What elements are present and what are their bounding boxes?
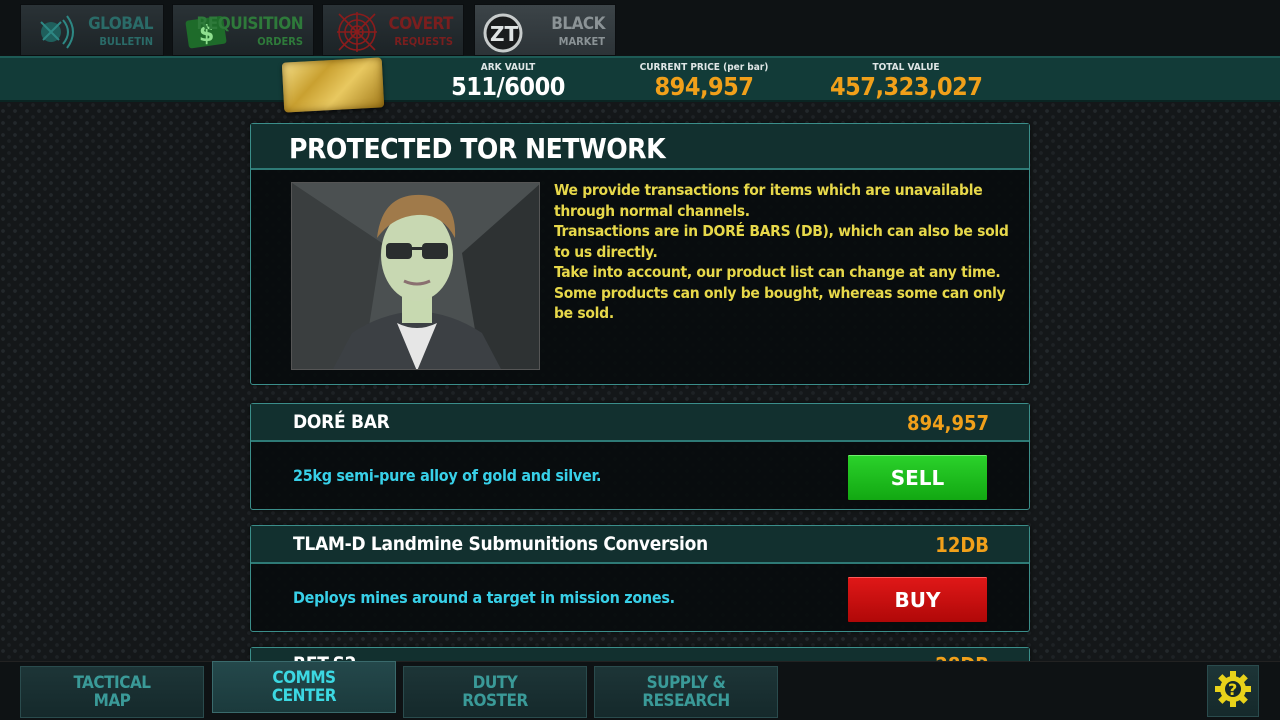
zt-logo-icon: ZT xyxy=(481,13,525,57)
tab-requisition-orders[interactable]: $ REQUISITION ORDERS xyxy=(172,4,314,56)
tab-title: GLOBAL xyxy=(88,14,153,34)
total-value-stat: TOTAL VALUE 457,323,027 xyxy=(830,62,983,101)
help-button[interactable]: ? xyxy=(1207,665,1259,717)
tab-subtitle: ORDERS xyxy=(257,35,303,48)
top-tab-bar: GLOBAL BULLETIN $ REQUISITION ORDERS COV… xyxy=(0,0,1280,56)
item-name: TLAM-D Landmine Submunitions Conversion xyxy=(293,533,708,555)
tab-title: BLACK xyxy=(551,14,605,34)
spider-web-icon xyxy=(335,10,379,54)
stat-value: 894,957 xyxy=(654,72,754,101)
item-price: 12DB xyxy=(935,533,989,557)
market-item: DORÉ BAR 894,957 25kg semi-pure alloy of… xyxy=(250,403,1030,510)
current-price-stat: CURRENT PRICE (per bar) 894,957 xyxy=(634,62,774,101)
tab-title: COVERT xyxy=(388,14,453,34)
ark-vault-stat: ARK VAULT 511/6000 xyxy=(448,62,568,101)
panel-header: PROTECTED TOR NETWORK xyxy=(251,124,1029,170)
item-description: 25kg semi-pure alloy of gold and silver. xyxy=(293,466,602,485)
gold-bar-icon xyxy=(281,57,385,113)
nav-tactical-map[interactable]: TACTICAL MAP xyxy=(20,666,204,718)
market-item: TLAM-D Landmine Submunitions Conversion … xyxy=(250,525,1030,632)
description-line: We provide transactions for items which … xyxy=(554,181,983,220)
stat-value: 511/6000 xyxy=(451,72,565,101)
stat-value: 457,323,027 xyxy=(830,72,983,101)
tab-covert-requests[interactable]: COVERT REQUESTS xyxy=(322,4,464,56)
dealer-portrait xyxy=(291,182,540,370)
tab-subtitle: MARKET xyxy=(558,35,605,48)
item-price: 894,957 xyxy=(907,411,989,435)
nav-supply-research[interactable]: SUPPLY & RESEARCH xyxy=(594,666,778,718)
panel-title: PROTECTED TOR NETWORK xyxy=(289,132,666,165)
bottom-nav-bar: TACTICAL MAP COMMS CENTER DUTY ROSTER SU… xyxy=(0,661,1280,720)
item-header: TLAM-D Landmine Submunitions Conversion … xyxy=(251,526,1029,564)
tab-title: REQUISITION xyxy=(196,14,304,34)
item-name: DORÉ BAR xyxy=(293,411,390,433)
tab-black-market[interactable]: ZT BLACK MARKET xyxy=(474,4,616,56)
tor-network-panel: PROTECTED TOR NETWORK We provide transac… xyxy=(250,123,1030,385)
item-description: Deploys mines around a target in mission… xyxy=(293,588,675,607)
tab-global-bulletin[interactable]: GLOBAL BULLETIN xyxy=(20,4,164,56)
description-line: Transactions are in DORÉ BARS (DB), whic… xyxy=(554,222,1009,261)
sell-button[interactable]: SELL xyxy=(847,454,988,501)
help-gear-icon: ? xyxy=(1213,669,1253,713)
buy-button[interactable]: BUY xyxy=(847,576,988,623)
svg-text:ZT: ZT xyxy=(490,22,519,46)
nav-comms-center[interactable]: COMMS CENTER xyxy=(212,661,396,713)
vault-status-bar: ARK VAULT 511/6000 CURRENT PRICE (per ba… xyxy=(0,56,1280,113)
item-header: DORÉ BAR 894,957 xyxy=(251,404,1029,442)
tab-subtitle: BULLETIN xyxy=(99,35,153,48)
tor-description: We provide transactions for items which … xyxy=(554,180,1009,324)
nav-duty-roster[interactable]: DUTY ROSTER xyxy=(403,666,587,718)
tab-subtitle: REQUESTS xyxy=(394,35,453,48)
description-line: Take into account, our product list can … xyxy=(554,263,1001,281)
description-line: Some products can only be bought, wherea… xyxy=(554,283,1006,323)
svg-text:?: ? xyxy=(1228,680,1237,699)
globe-signal-icon xyxy=(33,10,77,54)
